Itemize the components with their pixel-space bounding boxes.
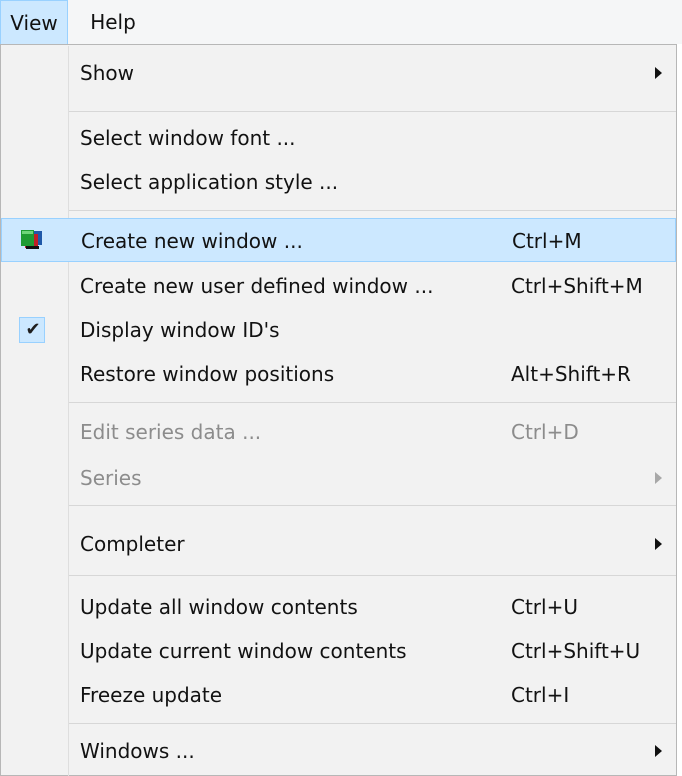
menu-view[interactable]: View	[0, 0, 68, 44]
menu-separator	[69, 505, 676, 506]
menu-item-label: Select application style ...	[80, 170, 339, 194]
menu-separator	[69, 575, 676, 576]
menu-item-display-window-ids[interactable]: ✔ Display window ID's	[1, 308, 676, 352]
menu-item-label: Create new user defined window ...	[80, 274, 434, 298]
submenu-arrow-icon	[655, 472, 662, 484]
menu-item-label: Select window font ...	[80, 126, 296, 150]
menu-item-edit-series-data: Edit series data ... Ctrl+D	[1, 410, 676, 454]
menu-item-shortcut: Ctrl+I	[511, 683, 570, 707]
window-stack-icon	[21, 230, 42, 249]
menu-item-shortcut: Ctrl+Shift+U	[511, 639, 641, 663]
menu-item-shortcut: Ctrl+M	[512, 229, 582, 253]
menu-item-label: Freeze update	[80, 683, 223, 707]
menu-item-label: Completer	[80, 532, 185, 556]
menu-item-label: Create new window ...	[81, 229, 303, 253]
menu-item-label: Update current window contents	[80, 639, 407, 663]
menu-item-select-window-font[interactable]: Select window font ...	[1, 116, 676, 160]
menu-screenshot: View Help Show Select window font ... Se…	[0, 0, 682, 776]
menu-item-shortcut: Ctrl+Shift+M	[511, 274, 643, 298]
checkmark-icon: ✔	[25, 319, 41, 340]
menu-separator	[69, 402, 676, 403]
menu-help[interactable]: Help	[74, 0, 152, 44]
menu-item-label: Restore window positions	[80, 362, 335, 386]
menu-item-label: Series	[80, 466, 142, 490]
menu-item-label: Windows ...	[80, 739, 195, 763]
menu-item-create-new-window[interactable]: Create new window ... Ctrl+M	[1, 218, 676, 262]
menu-item-label: Edit series data ...	[80, 420, 262, 444]
menu-item-shortcut: Ctrl+U	[511, 595, 578, 619]
menu-item-select-application-style[interactable]: Select application style ...	[1, 160, 676, 204]
menu-item-label: Display window ID's	[80, 318, 280, 342]
menu-item-shortcut: Alt+Shift+R	[511, 362, 631, 386]
menu-item-freeze-update[interactable]: Freeze update Ctrl+I	[1, 673, 676, 717]
menu-item-label: Update all window contents	[80, 595, 358, 619]
menu-item-completer[interactable]: Completer	[1, 522, 676, 566]
menu-item-series: Series	[1, 456, 676, 500]
menu-item-update-current-window-contents[interactable]: Update current window contents Ctrl+Shif…	[1, 629, 676, 673]
menu-separator	[69, 111, 676, 112]
menu-separator	[69, 210, 676, 211]
menu-item-restore-window-positions[interactable]: Restore window positions Alt+Shift+R	[1, 352, 676, 396]
menu-item-shortcut: Ctrl+D	[511, 420, 579, 444]
menu-item-update-all-window-contents[interactable]: Update all window contents Ctrl+U	[1, 585, 676, 629]
menu-separator	[69, 723, 676, 724]
menu-item-label: Show	[80, 61, 134, 85]
menu-item-windows[interactable]: Windows ...	[1, 729, 676, 773]
submenu-arrow-icon	[655, 745, 662, 757]
menu-item-create-new-user-defined-window[interactable]: Create new user defined window ... Ctrl+…	[1, 264, 676, 308]
view-dropdown-menu: Show Select window font ... Select appli…	[0, 44, 677, 776]
menu-bar: View Help	[0, 0, 682, 44]
submenu-arrow-icon	[655, 67, 662, 79]
menu-item-show[interactable]: Show	[1, 51, 676, 95]
checkmark-box: ✔	[19, 317, 45, 343]
submenu-arrow-icon	[655, 538, 662, 550]
